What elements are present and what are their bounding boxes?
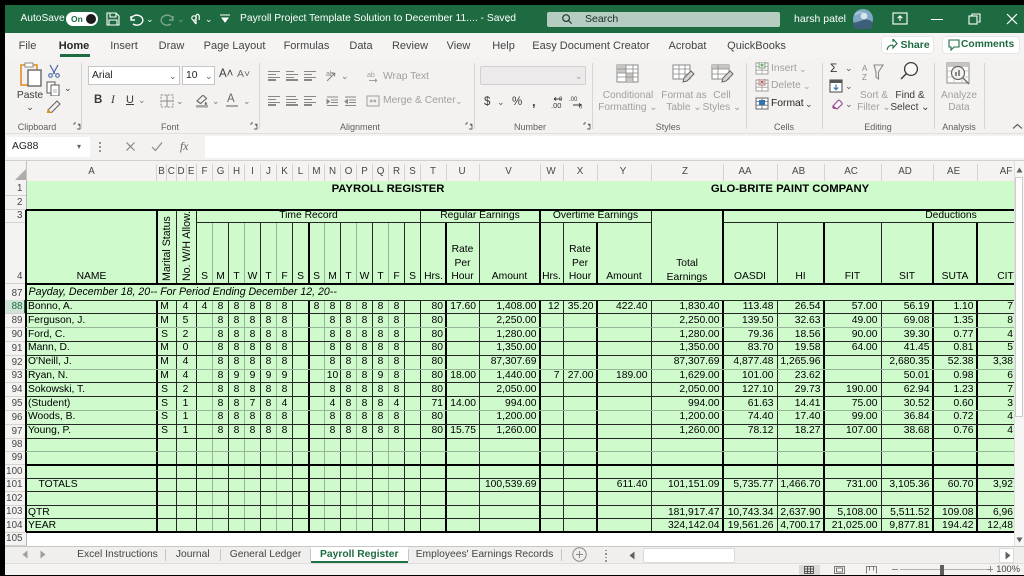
svg-text:Z: Z xyxy=(862,73,867,82)
svg-text:A: A xyxy=(862,64,868,73)
svg-text:ab: ab xyxy=(367,72,375,79)
svg-text:ab: ab xyxy=(326,71,334,78)
